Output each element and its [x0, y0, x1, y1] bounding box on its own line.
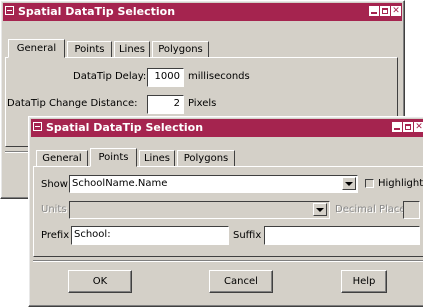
tab-polygons[interactable]: Polygons: [177, 150, 235, 167]
dropdown-arrow-icon[interactable]: [342, 177, 356, 190]
tab-general[interactable]: General: [36, 150, 88, 167]
ok-button[interactable]: OK: [68, 270, 132, 293]
system-menu-icon[interactable]: [33, 122, 42, 131]
help-button[interactable]: Help: [341, 270, 387, 293]
back-dialog-title: Spatial DataTip Selection: [18, 5, 176, 18]
decimal-places-label: Decimal Places: [335, 204, 411, 215]
front-dialog-title: Spatial DataTip Selection: [46, 121, 204, 134]
system-menu-icon[interactable]: [5, 6, 14, 15]
tab-lines[interactable]: Lines: [139, 150, 175, 167]
back-dialog-titlebar[interactable]: Spatial DataTip Selection ✕: [3, 3, 402, 21]
back-tab-general[interactable]: General: [8, 39, 65, 58]
front-dialog-titlebar[interactable]: Spatial DataTip Selection ✕: [31, 119, 423, 137]
datatip-delay-field[interactable]: 1000: [147, 68, 184, 87]
maximize-icon[interactable]: [380, 6, 390, 16]
close-icon[interactable]: ✕: [391, 6, 401, 16]
tab-points[interactable]: Points: [90, 148, 137, 167]
show-label: Show: [41, 179, 68, 190]
datatip-delay-label: DataTip Delay:: [73, 71, 147, 82]
highlight-checkbox[interactable]: [365, 179, 374, 188]
prefix-field[interactable]: School:: [71, 226, 229, 245]
datatip-distance-unit: Pixels: [188, 98, 217, 109]
highlight-label: Highlight: [378, 178, 423, 189]
front-dialog-separator: [33, 260, 423, 262]
show-select[interactable]: SchoolName.Name: [69, 175, 358, 193]
decimal-places-field: [403, 201, 420, 219]
minimize-icon[interactable]: [392, 122, 402, 132]
dropdown-arrow-icon: [313, 203, 327, 216]
back-tab-polygons[interactable]: Polygons: [152, 41, 209, 58]
suffix-field[interactable]: [264, 226, 420, 245]
datatip-distance-field[interactable]: 2: [147, 95, 184, 114]
minimize-icon[interactable]: [369, 6, 379, 16]
cancel-button[interactable]: Cancel: [209, 270, 273, 293]
back-tab-points[interactable]: Points: [67, 41, 112, 58]
suffix-label: Suffix: [233, 230, 262, 241]
front-dialog-window: Spatial DataTip Selection ✕ General Poin…: [28, 116, 423, 307]
datatip-delay-unit: milliseconds: [188, 71, 250, 82]
close-icon[interactable]: ✕: [414, 122, 423, 132]
prefix-label: Prefix: [41, 230, 70, 241]
units-select: [69, 201, 330, 219]
units-label: Units: [41, 204, 67, 215]
back-tab-lines[interactable]: Lines: [114, 41, 150, 58]
datatip-distance-label: DataTip Change Distance:: [7, 98, 138, 109]
maximize-icon[interactable]: [403, 122, 413, 132]
